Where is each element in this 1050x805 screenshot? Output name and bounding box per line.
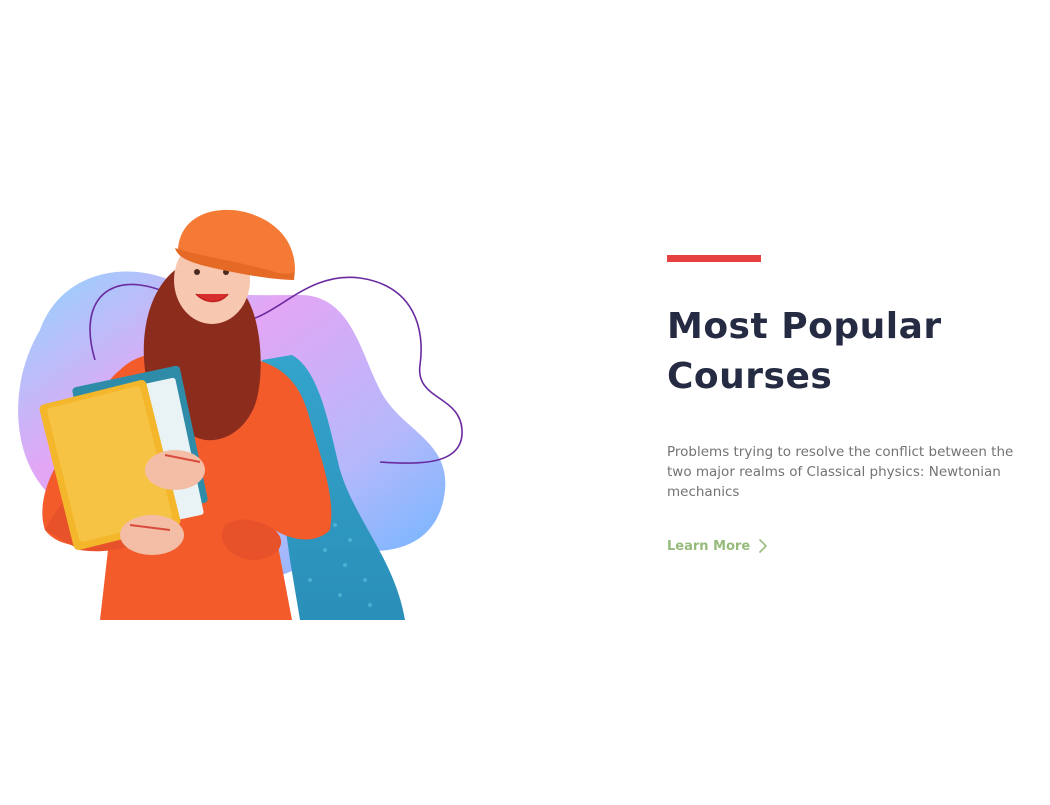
section-title: Most Popular Courses — [667, 302, 1027, 402]
section-description: Problems trying to resolve the conflict … — [667, 444, 1014, 500]
accent-bar — [667, 255, 761, 262]
title-line-2: Courses — [667, 356, 833, 397]
chevron-right-icon — [758, 538, 768, 554]
learn-more-label: Learn More — [667, 538, 751, 554]
course-intro: Most Popular Courses Problems trying to … — [667, 255, 1027, 555]
learn-more-link[interactable]: Learn More — [667, 538, 768, 554]
student-illustration-icon — [18, 209, 463, 620]
title-line-1: Most Popular — [667, 306, 942, 347]
hero-illustration — [0, 200, 470, 625]
